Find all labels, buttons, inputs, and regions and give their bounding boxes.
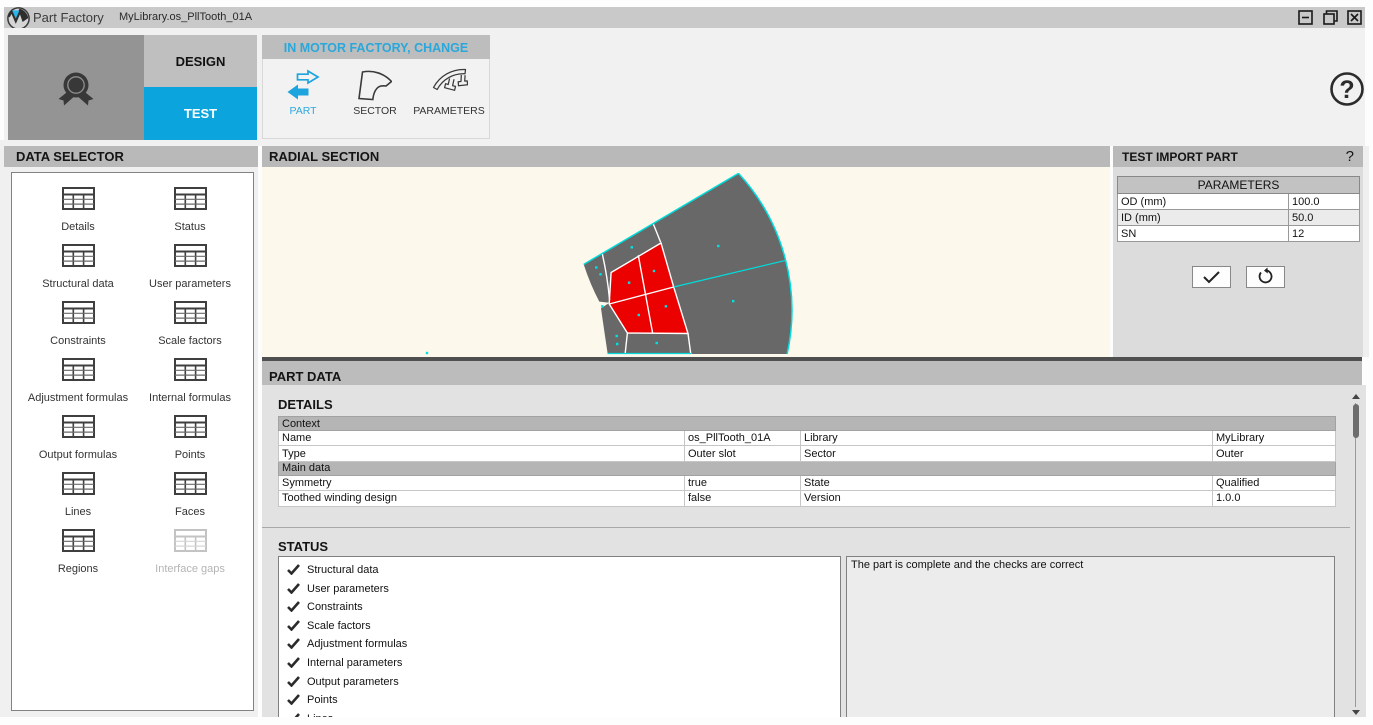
svg-text:?: ? <box>1339 76 1354 104</box>
